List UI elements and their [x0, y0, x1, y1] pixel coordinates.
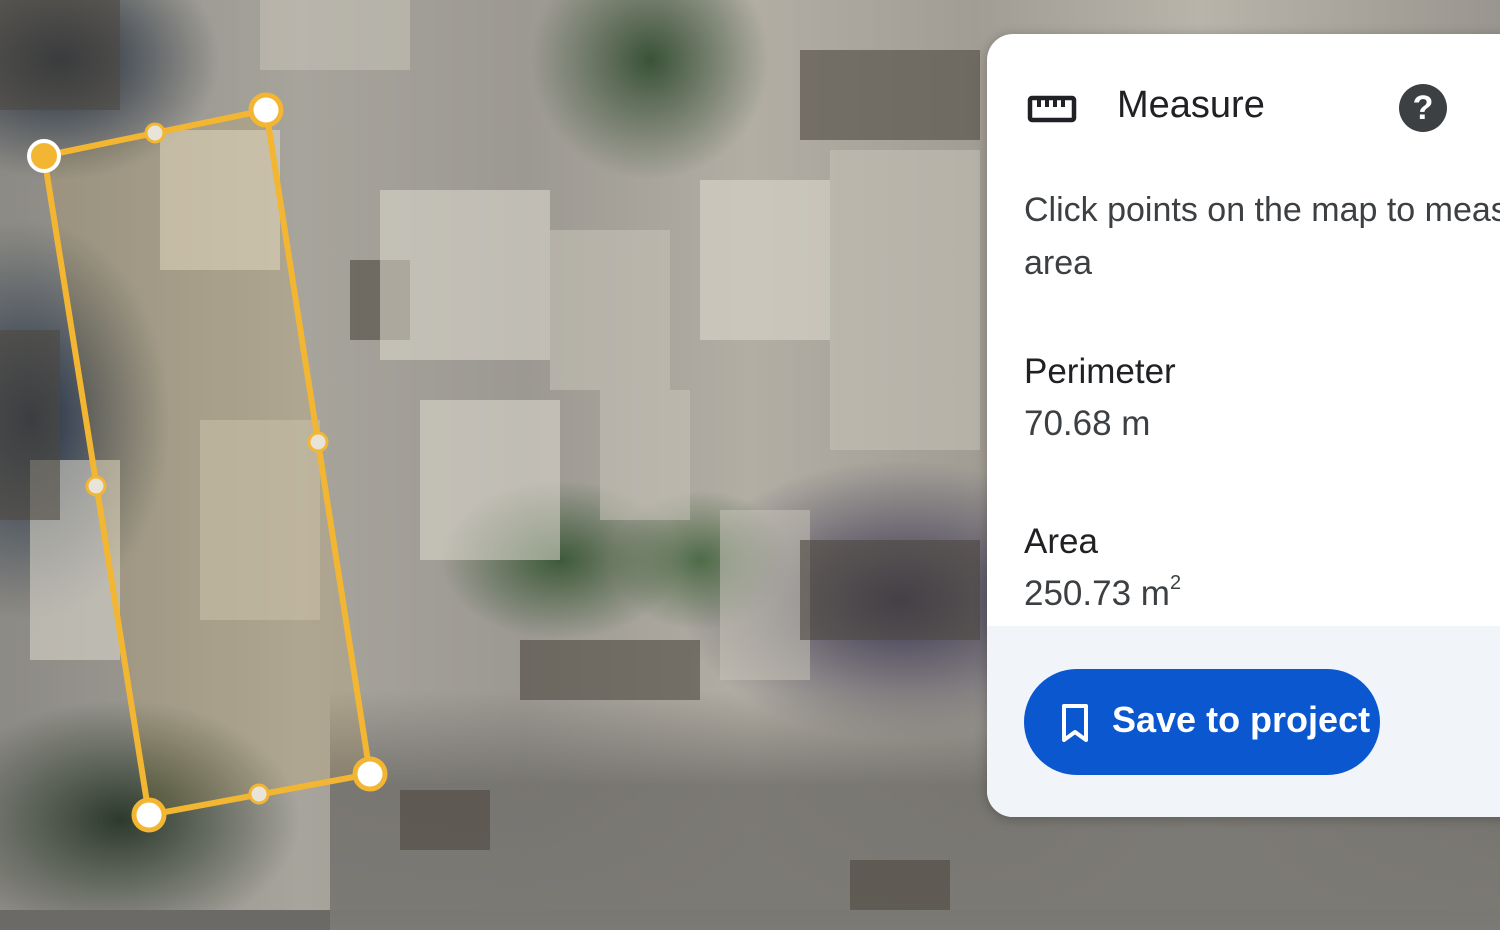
instructions-text: Click points on the map to measu area	[1024, 184, 1500, 290]
ruler-icon	[1027, 95, 1077, 123]
vertex-handle-active[interactable]	[27, 139, 61, 173]
area-unit-superscript: 2	[1169, 572, 1182, 594]
bookmark-icon	[1062, 704, 1088, 742]
vertex-handle[interactable]	[352, 756, 388, 792]
panel-title: Measure	[1117, 84, 1265, 126]
panel-header: Measure ?	[987, 34, 1500, 184]
perimeter-label: Perimeter	[1024, 352, 1176, 391]
help-icon: ?	[1412, 88, 1434, 127]
vertex-handle[interactable]	[248, 92, 284, 128]
edge-midpoint-handle[interactable]	[85, 475, 107, 497]
measured-polygon[interactable]	[40, 106, 374, 819]
edge-midpoint-handle[interactable]	[248, 783, 270, 805]
panel-footer: Save to project	[987, 626, 1500, 817]
perimeter-value: 70.68 m	[1024, 404, 1151, 443]
area-label: Area	[1024, 522, 1098, 561]
save-button-label: Save to project	[1112, 699, 1371, 740]
area-value: 250.73 m	[1024, 574, 1170, 613]
vertex-handle[interactable]	[131, 797, 167, 833]
area-value-container: 250.73 m2	[1024, 572, 1182, 614]
save-to-project-button[interactable]: Save to project	[1024, 669, 1380, 775]
instructions-line: Click points on the map to measu	[1024, 191, 1500, 229]
instructions-line: area	[1024, 244, 1093, 282]
edge-midpoint-handle[interactable]	[144, 122, 166, 144]
help-button[interactable]: ?	[1399, 84, 1447, 132]
measure-panel: Measure ? Click points on the map to mea…	[987, 34, 1500, 817]
edge-midpoint-handle[interactable]	[307, 431, 329, 453]
